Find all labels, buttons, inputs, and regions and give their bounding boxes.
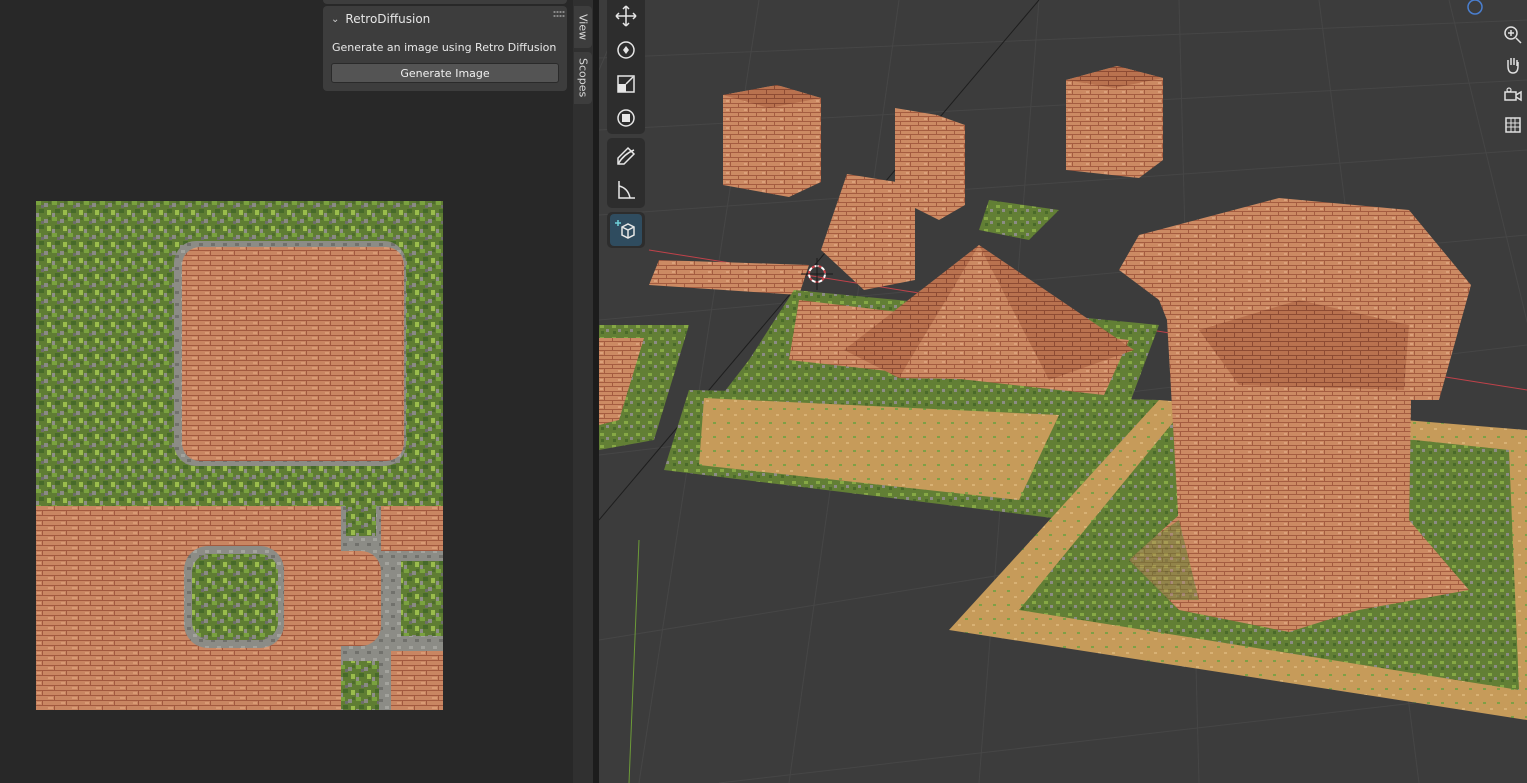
- annotate-tool[interactable]: [610, 140, 642, 172]
- texture-image: [36, 201, 443, 710]
- annotate-icon: [617, 146, 636, 165]
- generate-image-button[interactable]: Generate Image: [331, 63, 559, 83]
- measure-tool[interactable]: [610, 174, 642, 206]
- viewport-scene: [599, 0, 1527, 783]
- tab-view[interactable]: View: [574, 6, 592, 48]
- transform-icon: [617, 109, 635, 127]
- rotate-icon: [617, 41, 635, 59]
- zoom-icon: [1504, 26, 1522, 44]
- drag-grip-icon[interactable]: [553, 10, 565, 18]
- transform-tool-group: [607, 0, 645, 134]
- move-icon: [615, 5, 637, 27]
- camera-icon: [1504, 87, 1522, 102]
- retrodiffusion-panel: ⌄ RetroDiffusion Generate an image using…: [323, 6, 567, 91]
- scale-icon: [617, 75, 635, 93]
- image-editor-area: ⌄ RetroDiffusion Generate an image using…: [0, 0, 573, 783]
- camera-gizmo[interactable]: [1499, 81, 1527, 109]
- tab-view-label: View: [576, 13, 590, 41]
- chevron-down-icon[interactable]: ⌄: [331, 14, 339, 25]
- 3d-viewport[interactable]: [599, 0, 1527, 783]
- texture-image-svg: [36, 201, 443, 710]
- panel-header-strip: [323, 0, 567, 4]
- move-tool[interactable]: [610, 0, 642, 32]
- panel-description: Generate an image using Retro Diffusion: [332, 41, 557, 54]
- sidebar-tab-strip: View Scopes: [573, 0, 593, 783]
- ortho-gizmo[interactable]: [1499, 111, 1527, 139]
- tab-scopes[interactable]: Scopes: [574, 52, 592, 104]
- zoom-gizmo[interactable]: [1499, 21, 1527, 49]
- annotate-tool-group: [607, 138, 645, 208]
- scale-tool[interactable]: [610, 68, 642, 100]
- panel-title-row[interactable]: ⌄ RetroDiffusion: [331, 10, 559, 28]
- pan-gizmo[interactable]: [1499, 51, 1527, 79]
- add-cube-tool[interactable]: [610, 214, 642, 246]
- add-cube-icon: [615, 220, 635, 239]
- transform-tool[interactable]: [610, 102, 642, 134]
- tab-scopes-label: Scopes: [576, 58, 590, 98]
- add-tool-group: [607, 212, 645, 248]
- hand-icon: [1507, 58, 1519, 74]
- grid-icon: [1505, 117, 1521, 133]
- panel-title: RetroDiffusion: [345, 12, 431, 26]
- measure-icon: [618, 181, 635, 199]
- rotate-tool[interactable]: [610, 34, 642, 66]
